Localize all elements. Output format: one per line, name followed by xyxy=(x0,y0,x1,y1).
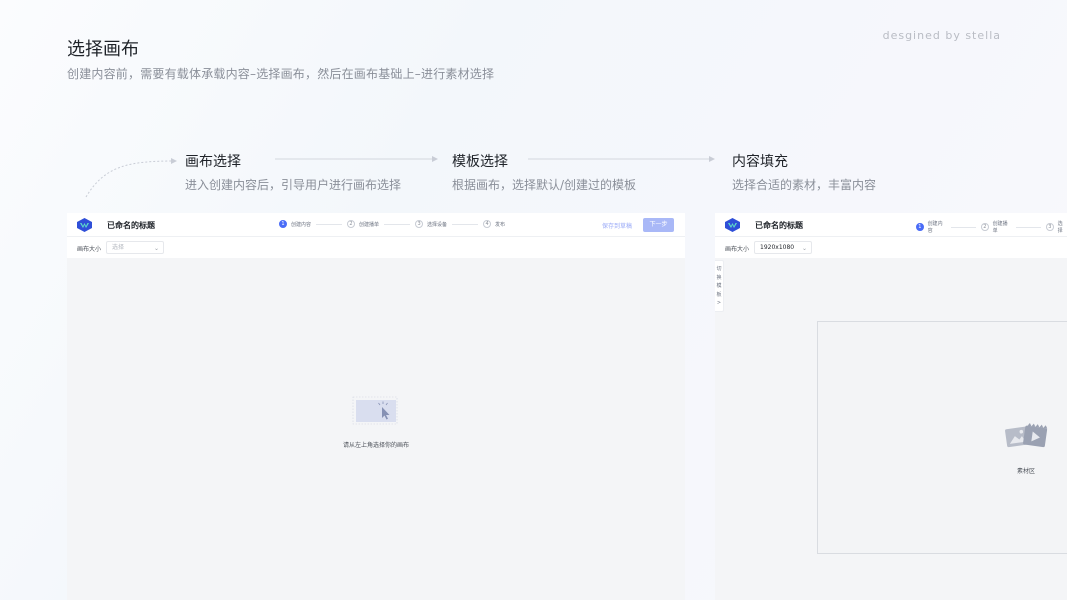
canvas-size-label: 画布大小 xyxy=(725,246,750,253)
step-desc: 进入创建内容后，引导用户进行画布选择 xyxy=(185,178,402,192)
next-step-button[interactable]: 下一步 xyxy=(643,218,674,232)
step-number: 2 xyxy=(981,223,989,231)
material-images-icon xyxy=(1005,423,1048,448)
stepper-step-create-content[interactable]: 1 创建内容 xyxy=(916,220,946,234)
stepper-divider xyxy=(951,226,977,228)
step-label: 选择 xyxy=(1057,221,1063,234)
side-tab-label: 切换模板 xyxy=(716,266,722,298)
mock-header: 已命名的标题 1 创建内容 2 创建播单 3 选择 xyxy=(715,213,1067,237)
chevron-down-icon: ⌄ xyxy=(801,245,807,252)
step-label: 选择设备 xyxy=(427,221,448,228)
chevron-down-icon: ⌄ xyxy=(153,245,159,252)
step-title: 模板选择 xyxy=(452,154,508,170)
select-value: 1920x1080 xyxy=(760,244,795,251)
switch-template-tab[interactable]: 切换模板 > xyxy=(715,260,724,312)
step-number: 1 xyxy=(916,223,924,231)
step-label: 创建播单 xyxy=(992,221,1008,234)
canvas-size-label: 画布大小 xyxy=(77,246,102,253)
canvas-area[interactable]: 素材区 xyxy=(817,321,1067,554)
mockup-canvas-select: 已命名的标题 1 创建内容 2 创建播单 3 选择设备 4 发布 保存到草稿 下… xyxy=(67,213,685,600)
mock-toolbar: 画布大小 1920x1080 ⌄ xyxy=(715,237,1067,258)
step-label: 发布 xyxy=(495,221,506,228)
stepper-divider xyxy=(452,223,479,225)
step-number: 4 xyxy=(483,220,492,228)
empty-state-text: 请从左上角选择你的画布 xyxy=(342,442,409,449)
stepper-divider xyxy=(384,223,411,225)
slide-title: 选择画布 xyxy=(67,39,139,60)
content-title[interactable]: 已命名的标题 xyxy=(107,220,155,231)
stepper: 1 创建内容 2 创建播单 3 选择 xyxy=(916,220,1067,234)
step-desc: 选择合适的素材，丰富内容 xyxy=(732,178,877,192)
step-content-fill: 内容填充 选择合适的素材，丰富内容 xyxy=(732,151,876,193)
step-template-select: 模板选择 根据画布，选择默认/创建过的模板 xyxy=(452,151,636,193)
stepper-step-select-device[interactable]: 3 选择设备 xyxy=(415,220,447,228)
step-title: 画布选择 xyxy=(185,154,241,170)
material-area-label: 素材区 xyxy=(1016,468,1035,475)
step-title: 内容填充 xyxy=(732,154,788,170)
stepper-step-create-content[interactable]: 1 创建内容 xyxy=(279,220,311,228)
stepper-divider xyxy=(316,223,343,225)
canvas-size-select[interactable]: 选择 ⌄ xyxy=(106,241,164,254)
mock-header: 已命名的标题 1 创建内容 2 创建播单 3 选择设备 4 发布 保存到草稿 下… xyxy=(67,213,685,237)
step-number: 2 xyxy=(347,220,356,228)
app-logo-icon xyxy=(77,218,92,232)
stepper: 1 创建内容 2 创建播单 3 选择设备 4 发布 xyxy=(279,220,505,228)
step-label: 创建内容 xyxy=(927,221,943,234)
stepper-step-create-playlist[interactable]: 2 创建播单 xyxy=(981,220,1011,234)
save-draft-link[interactable]: 保存到草稿 xyxy=(602,221,632,230)
app-logo-icon xyxy=(725,218,740,232)
stepper-step-select[interactable]: 3 选择 xyxy=(1046,220,1067,234)
step-desc: 根据画布，选择默认/创建过的模板 xyxy=(452,178,637,192)
select-placeholder: 选择 xyxy=(112,244,125,251)
designer-credit: desgined by stella xyxy=(882,29,1001,42)
empty-canvas-icon xyxy=(352,396,398,425)
content-title[interactable]: 已命名的标题 xyxy=(755,220,803,231)
stepper-step-publish[interactable]: 4 发布 xyxy=(483,220,505,228)
step-label: 创建播单 xyxy=(359,221,380,228)
mockup-content-fill: 已命名的标题 1 创建内容 2 创建播单 3 选择 画布大小 1920x1080… xyxy=(715,213,1067,600)
chevron-right-icon: > xyxy=(716,300,722,306)
step-number: 3 xyxy=(415,220,424,228)
step-canvas-select: 画布选择 进入创建内容后，引导用户进行画布选择 xyxy=(185,151,401,193)
step-number: 1 xyxy=(279,220,287,228)
step-number: 3 xyxy=(1046,223,1054,231)
slide-subtitle: 创建内容前，需要有载体承载内容–选择画布，然后在画布基础上–进行素材选择 xyxy=(67,67,495,81)
canvas-size-select[interactable]: 1920x1080 ⌄ xyxy=(754,241,812,254)
mock-toolbar: 画布大小 选择 ⌄ xyxy=(67,237,685,258)
curved-arrow xyxy=(85,158,177,198)
step-label: 创建内容 xyxy=(291,221,312,228)
stepper-divider xyxy=(1016,226,1042,228)
stepper-step-create-playlist[interactable]: 2 创建播单 xyxy=(347,220,379,228)
